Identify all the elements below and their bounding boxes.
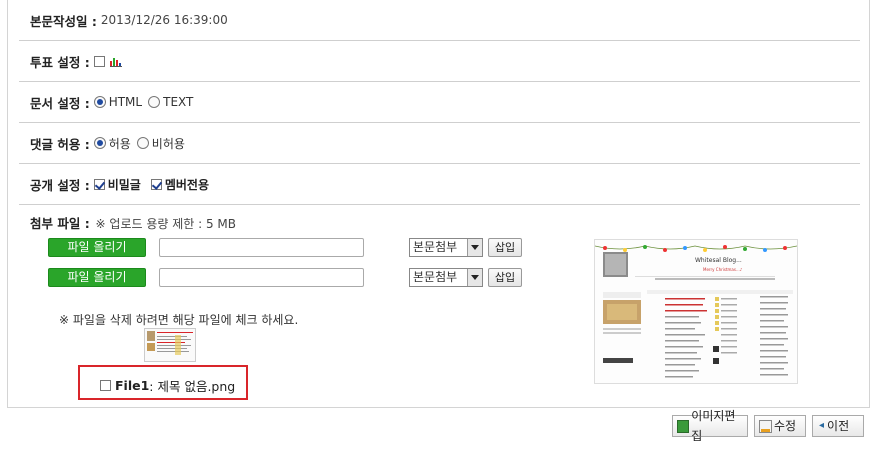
file-name: : 제목 없음.png	[149, 379, 236, 394]
member-only-checkbox[interactable]	[150, 178, 162, 190]
edit-button[interactable]: 수정	[754, 415, 806, 437]
file-key: File1	[115, 378, 150, 393]
doc-html-label: HTML	[108, 95, 143, 109]
image-edit-icon	[677, 419, 690, 433]
comment-allow-radio[interactable]	[93, 137, 106, 149]
upload-button-1[interactable]: 파일 올리기	[48, 238, 146, 257]
preview-blog-title: Whitesal Blog...	[695, 257, 742, 264]
attach-limit: ※ 업로드 용량 제한 : 5 MB	[95, 217, 237, 231]
form-panel: 본문작성일 : 2013/12/26 16:39:00 투표 설정 : 문서 설…	[7, 0, 870, 408]
attach-mode-select-1[interactable]: 본문첨부	[409, 238, 483, 257]
public-label: 공개 설정 :	[30, 177, 90, 193]
member-only-label: 멤버전용	[164, 177, 209, 192]
secret-label: 비밀글	[107, 177, 141, 192]
doc-row: 문서 설정 : HTML TEXT	[19, 82, 860, 123]
created-value: 2013/12/26 16:39:00	[100, 13, 228, 27]
comment-allow-label: 허용	[108, 136, 131, 151]
insert-button-2[interactable]: 삽입	[488, 268, 522, 287]
doc-text-radio[interactable]	[148, 96, 161, 108]
vote-row: 투표 설정 :	[19, 41, 860, 82]
doc-label: 문서 설정 :	[30, 95, 90, 111]
arrow-left-icon: ◂	[819, 420, 825, 431]
comment-deny-radio[interactable]	[136, 137, 149, 149]
doc-text-label: TEXT	[163, 95, 194, 109]
edit-label: 수정	[774, 419, 797, 433]
attach-mode-value-1: 본문첨부	[413, 240, 458, 254]
secret-checkbox[interactable]	[93, 178, 105, 190]
file-path-input-1[interactable]	[159, 238, 364, 257]
insert-button-1[interactable]: 삽입	[488, 238, 522, 257]
prev-label: 이전	[827, 419, 850, 433]
file-path-input-2[interactable]	[159, 268, 364, 287]
delete-notice: ※ 파일을 삭제 하려면 해당 파일에 체크 하세요.	[59, 313, 299, 327]
edit-icon	[759, 419, 772, 433]
comment-row: 댓글 허용 : 허용 비허용	[19, 123, 860, 164]
image-edit-label: 이미지편집	[691, 409, 736, 443]
public-row: 공개 설정 : 비밀글 멤버전용	[19, 164, 860, 205]
attach-label: 첨부 파일 :	[30, 216, 90, 231]
chevron-down-icon	[467, 239, 482, 256]
file-entry-highlight: File1 : 제목 없음.png	[78, 365, 248, 400]
prev-button[interactable]: ◂ 이전	[812, 415, 864, 437]
preview-blog-sub: Merry Christmas...♪	[703, 267, 743, 272]
attach-header: 첨부 파일 : ※ 업로드 용량 제한 : 5 MB	[30, 213, 236, 232]
bar-chart-icon	[109, 56, 122, 67]
file-thumbnail[interactable]	[144, 328, 196, 362]
vote-checkbox[interactable]	[93, 55, 105, 67]
attachment-preview-image[interactable]: Whitesal Blog... Merry Christmas...♪	[594, 239, 798, 384]
comment-label: 댓글 허용 :	[30, 136, 90, 152]
chevron-down-icon	[467, 269, 482, 286]
delete-file-checkbox[interactable]	[100, 380, 111, 391]
image-edit-button[interactable]: 이미지편집	[672, 409, 748, 443]
upload-button-2[interactable]: 파일 올리기	[48, 268, 146, 287]
doc-html-radio[interactable]	[93, 96, 106, 108]
vote-label: 투표 설정 :	[30, 54, 90, 70]
comment-deny-label: 비허용	[151, 136, 185, 151]
created-label: 본문작성일 :	[30, 13, 97, 29]
attach-mode-select-2[interactable]: 본문첨부	[409, 268, 483, 287]
created-row: 본문작성일 : 2013/12/26 16:39:00	[19, 0, 860, 41]
attach-mode-value-2: 본문첨부	[413, 270, 458, 284]
